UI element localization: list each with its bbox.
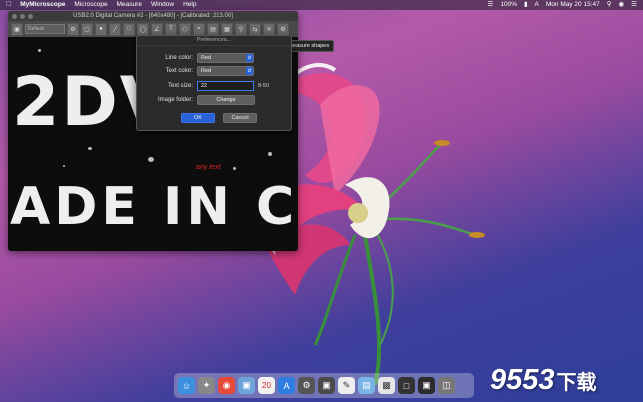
battery-icon[interactable]: ▮	[524, 0, 528, 10]
clock[interactable]: Mon May 20 15:47	[546, 0, 600, 10]
change-folder-button[interactable]: Change	[197, 95, 255, 105]
line-color-value: Red	[201, 55, 212, 61]
circle-tool-icon[interactable]: ◯	[137, 22, 149, 36]
image-text-bottom: ADE IN C	[10, 177, 298, 237]
menu-app-name[interactable]: MyMicroscope	[20, 0, 65, 10]
camera-select[interactable]: Default	[25, 24, 65, 34]
apple-icon[interactable]: 	[6, 0, 11, 10]
battery-percent[interactable]: 100%	[500, 0, 517, 10]
text-tool-icon[interactable]: T	[165, 22, 177, 36]
select-arrows-icon: ⇵	[246, 67, 253, 75]
dock: ☺ ✦ ◉ ▣ 20 A ⚙ ▣ ✎ ▤ ▩ □ ▣ ◫	[174, 373, 474, 398]
line-tool-icon[interactable]: ╱	[109, 22, 121, 36]
text-color-label: Text color:	[165, 68, 193, 74]
preferences-dialog: Preferences... Line color: Red ⇵ Text co…	[136, 35, 292, 131]
menu-help[interactable]: Help	[183, 0, 196, 10]
text-size-range: 8-50	[258, 83, 270, 89]
minimize-icon[interactable]	[20, 14, 25, 19]
rectangle-tool-icon[interactable]: □	[123, 22, 135, 36]
system-preferences-icon[interactable]: ⚙	[298, 377, 315, 394]
text-color-row: Text color: Red ⇵	[137, 66, 254, 76]
speck	[148, 157, 154, 162]
text-color-select[interactable]: Red ⇵	[197, 66, 254, 76]
text-color-value: Red	[201, 68, 212, 74]
trash-icon[interactable]: ◫	[438, 377, 455, 394]
text-size-row: Text size: 22 8-50	[137, 81, 269, 91]
textedit-icon[interactable]: ✎	[338, 377, 355, 394]
calibrate-icon[interactable]: ⌖	[193, 22, 205, 36]
window-title: USB2.0 Digital Camera #2 - [640x480] - […	[73, 13, 233, 19]
image-folder-row: Image folder: Change	[137, 95, 255, 105]
image-folder-label: Image folder:	[157, 97, 193, 103]
finder-icon[interactable]: ☺	[178, 377, 195, 394]
preferences-icon[interactable]: ⚙	[277, 22, 289, 36]
speck	[38, 49, 41, 52]
notification-center-icon[interactable]: ☰	[631, 0, 637, 10]
ok-button[interactable]: OK	[181, 113, 215, 123]
folder-icon[interactable]: ▤	[358, 377, 375, 394]
dialog-title: Preferences...	[137, 36, 291, 46]
cancel-button[interactable]: Cancel	[223, 113, 257, 123]
arrow-icon[interactable]: ⇆	[249, 22, 261, 36]
menu-window[interactable]: Window	[151, 0, 174, 10]
delete-shapes-icon[interactable]: ✕	[263, 22, 275, 36]
input-source-icon[interactable]: A	[535, 0, 539, 10]
settings-icon[interactable]: ⚙	[67, 22, 79, 36]
screenshot-icon[interactable]: □	[398, 377, 415, 394]
menu-bar:  MyMicroscope Microscope Measure Window…	[0, 0, 643, 10]
speck	[233, 167, 236, 170]
app-store-icon[interactable]: A	[278, 377, 295, 394]
speck	[63, 165, 65, 167]
text-size-input[interactable]: 22	[197, 81, 254, 91]
calendar-icon[interactable]: 20	[258, 377, 275, 394]
angle-tool-icon[interactable]: ∠	[151, 22, 163, 36]
wifi-icon[interactable]: ☰	[488, 0, 494, 10]
line-color-row: Line color: Red ⇵	[137, 53, 254, 63]
document-icon[interactable]: ▩	[378, 377, 395, 394]
line-color-label: Line color:	[165, 55, 193, 61]
siri-icon[interactable]: ◉	[619, 0, 625, 10]
menu-microscope[interactable]: Microscope	[74, 0, 107, 10]
site-watermark: 9553 下载	[490, 364, 597, 397]
close-icon[interactable]	[12, 14, 17, 19]
watermark-number: 9553	[490, 364, 555, 396]
any-text-label[interactable]: any text	[196, 164, 221, 171]
microscope-app-icon[interactable]: ▣	[318, 377, 335, 394]
zoom-icon[interactable]: ⚲	[235, 22, 247, 36]
record-icon[interactable]: ●	[95, 22, 107, 36]
menu-measure[interactable]: Measure	[117, 0, 142, 10]
launchpad-icon[interactable]: ✦	[198, 377, 215, 394]
snapshot-icon[interactable]: ▢	[81, 22, 93, 36]
preview-icon[interactable]: ▣	[238, 377, 255, 394]
line-color-select[interactable]: Red ⇵	[197, 53, 254, 63]
select-arrows-icon: ⇵	[246, 54, 253, 62]
ruler-icon[interactable]: ▤	[207, 22, 219, 36]
camera-icon[interactable]: ▣	[11, 22, 23, 36]
speck	[268, 152, 272, 156]
polygon-tool-icon[interactable]: ⬠	[179, 22, 191, 36]
grid-icon[interactable]: ▦	[221, 22, 233, 36]
maximize-icon[interactable]	[28, 14, 33, 19]
watermark-suffix: 下载	[556, 372, 597, 394]
window-controls	[12, 14, 33, 19]
chrome-icon[interactable]: ◉	[218, 377, 235, 394]
speck	[88, 147, 92, 150]
text-size-label: Text size:	[167, 83, 193, 89]
window-thumbnail-icon[interactable]: ▣	[418, 377, 435, 394]
search-icon[interactable]: ⚲	[607, 0, 612, 10]
window-titlebar[interactable]: USB2.0 Digital Camera #2 - [640x480] - […	[8, 11, 298, 21]
